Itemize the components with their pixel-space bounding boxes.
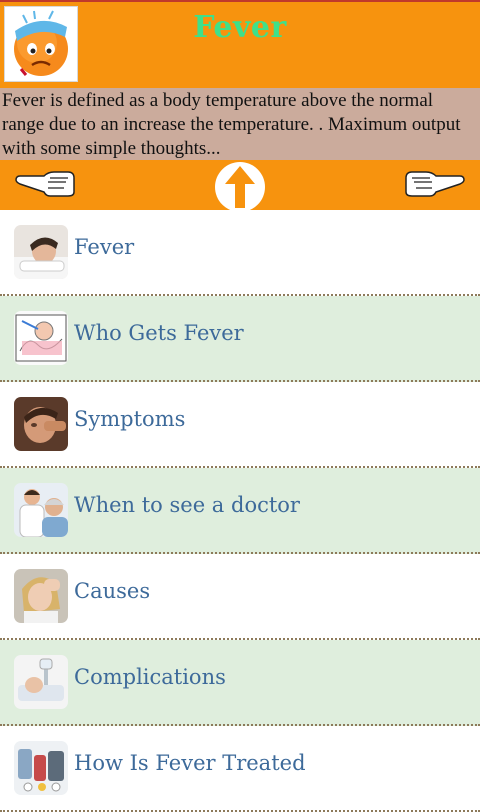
topic-item-when-to-see-a-doctor[interactable]: When to see a doctor	[0, 468, 480, 554]
topic-list: Fever Who Gets Fever Symptoms When to se…	[0, 210, 480, 812]
app-description: Fever is defined as a body temperature a…	[0, 88, 480, 160]
topic-label: When to see a doctor	[74, 493, 300, 517]
topic-label: Causes	[74, 579, 151, 603]
pointing-hand-right-icon	[405, 171, 465, 197]
topic-item-how-is-fever-treated[interactable]: How Is Fever Treated	[0, 726, 480, 812]
navigation-bar	[0, 160, 480, 212]
baby-thermometer-thumbnail	[14, 311, 68, 365]
hospital-patient-thumbnail	[14, 655, 68, 709]
pointing-hand-left-icon	[15, 171, 75, 197]
previous-button[interactable]	[14, 166, 78, 202]
topic-label: Symptoms	[74, 407, 186, 431]
medicines-thumbnail	[14, 741, 68, 795]
next-button[interactable]	[402, 166, 466, 202]
topic-label: Complications	[74, 665, 226, 689]
topic-label: How Is Fever Treated	[74, 751, 306, 775]
woman-headache-thumbnail	[14, 569, 68, 623]
topic-label: Fever	[74, 235, 135, 259]
doctor-patient-thumbnail	[14, 483, 68, 537]
app-header: Fever	[0, 0, 480, 88]
home-up-button[interactable]	[213, 160, 267, 212]
topic-item-complications[interactable]: Complications	[0, 640, 480, 726]
topic-item-symptoms[interactable]: Symptoms	[0, 382, 480, 468]
topic-label: Who Gets Fever	[74, 321, 244, 345]
topic-item-causes[interactable]: Causes	[0, 554, 480, 640]
page-title: Fever	[193, 10, 287, 45]
sick-person-in-bed-thumbnail	[14, 225, 68, 279]
topic-item-fever[interactable]: Fever	[0, 210, 480, 296]
topic-item-who-gets-fever[interactable]: Who Gets Fever	[0, 296, 480, 382]
up-arrow-icon	[215, 162, 265, 212]
sick-man-thumbnail	[14, 397, 68, 451]
